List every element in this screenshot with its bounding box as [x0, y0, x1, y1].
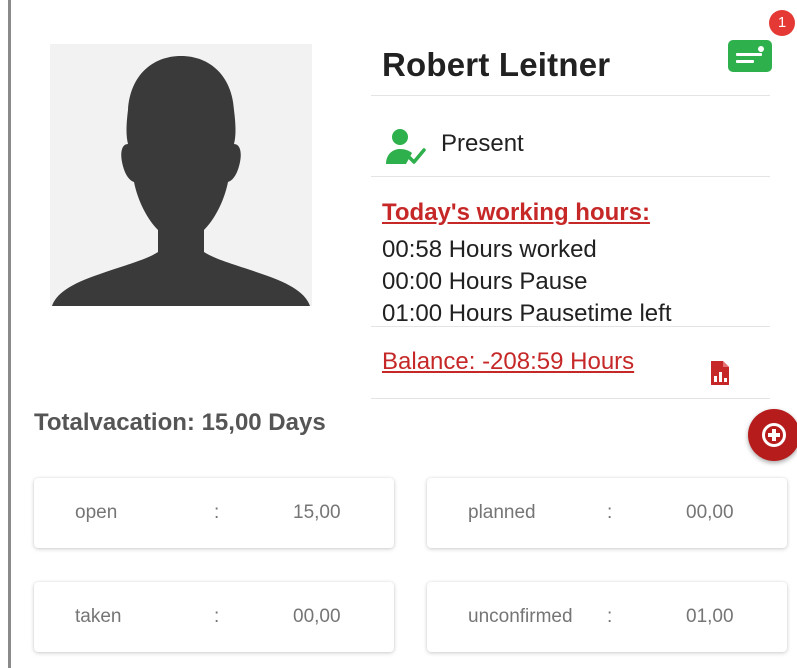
hours-worked: 00:58 Hours worked	[382, 236, 597, 263]
stat-separator: :	[214, 502, 220, 523]
divider	[371, 176, 770, 177]
left-border	[8, 0, 11, 668]
stat-separator: :	[607, 606, 613, 627]
vacation-card-taken: taken : 00,00	[34, 582, 394, 652]
stat-label: planned	[468, 502, 536, 523]
pausetime-left: 01:00 Hours Pausetime left	[382, 300, 672, 327]
vacation-card-planned: planned : 00,00	[427, 478, 787, 548]
working-hours-title: Today's working hours:	[382, 199, 650, 226]
employee-name: Robert Leitner	[382, 46, 611, 83]
stat-label: unconfirmed	[468, 606, 573, 627]
person-silhouette-icon	[50, 44, 312, 306]
divider	[371, 95, 770, 96]
person-check-icon	[386, 129, 426, 164]
report-document-icon[interactable]	[710, 360, 730, 386]
stat-value: 00,00	[293, 606, 341, 627]
stat-label: taken	[75, 606, 122, 627]
add-button[interactable]	[748, 409, 797, 461]
stat-separator: :	[214, 606, 220, 627]
stat-separator: :	[607, 502, 613, 523]
divider	[371, 326, 770, 327]
message-button[interactable]	[728, 40, 772, 72]
balance-link[interactable]: Balance: -208:59 Hours	[382, 348, 634, 376]
total-vacation: Totalvacation: 15,00 Days	[34, 409, 326, 436]
stat-value: 00,00	[686, 502, 734, 523]
avatar	[50, 44, 312, 306]
presence-status: Present	[441, 130, 524, 157]
divider	[371, 398, 770, 399]
notification-badge: 1	[769, 10, 795, 36]
stat-label: open	[75, 502, 118, 523]
vacation-card-unconfirmed: unconfirmed : 01,00	[427, 582, 787, 652]
stat-value: 01,00	[686, 606, 734, 627]
hours-pause: 00:00 Hours Pause	[382, 268, 588, 295]
stat-value: 15,00	[293, 502, 341, 523]
vacation-card-open: open : 15,00	[34, 478, 394, 548]
